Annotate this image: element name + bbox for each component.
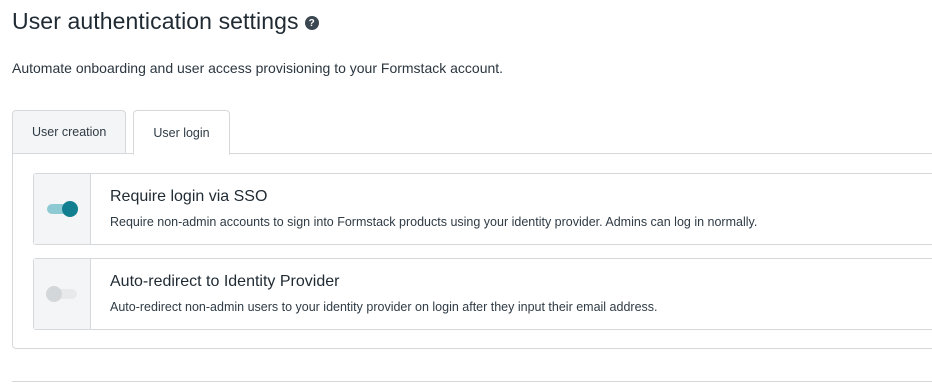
tab-user-login[interactable]: User login [133, 110, 230, 155]
auto-redirect-toggle[interactable] [46, 286, 77, 302]
toggle-cell [34, 259, 91, 329]
page-subtitle: Automate onboarding and user access prov… [12, 60, 504, 76]
tab-user-creation[interactable]: User creation [12, 110, 127, 154]
tab-panel-user-login: Require login via SSO Require non-admin … [12, 153, 932, 349]
setting-card-auto-redirect: Auto-redirect to Identity Provider Auto-… [33, 258, 932, 330]
setting-description: Auto-redirect non-admin users to your id… [110, 300, 658, 314]
page-title: User authentication settings [12, 8, 299, 34]
setting-title: Require login via SSO [110, 188, 268, 205]
help-icon[interactable]: ? [304, 16, 319, 30]
toggle-knob [46, 286, 62, 302]
divider [12, 381, 932, 382]
setting-description: Require non-admin accounts to sign into … [110, 215, 758, 229]
setting-card-body: Auto-redirect to Identity Provider Auto-… [91, 259, 658, 329]
auth-settings-page: User authentication settings ? Automate … [0, 0, 932, 388]
setting-card-body: Require login via SSO Require non-admin … [91, 174, 757, 244]
title-row: User authentication settings ? [12, 8, 319, 35]
tab-bar: User creation User login [12, 110, 230, 155]
require-sso-toggle[interactable] [47, 201, 78, 217]
setting-card-require-sso: Require login via SSO Require non-admin … [33, 173, 932, 245]
toggle-cell [34, 174, 91, 244]
toggle-knob [62, 201, 78, 217]
setting-title: Auto-redirect to Identity Provider [110, 273, 340, 290]
